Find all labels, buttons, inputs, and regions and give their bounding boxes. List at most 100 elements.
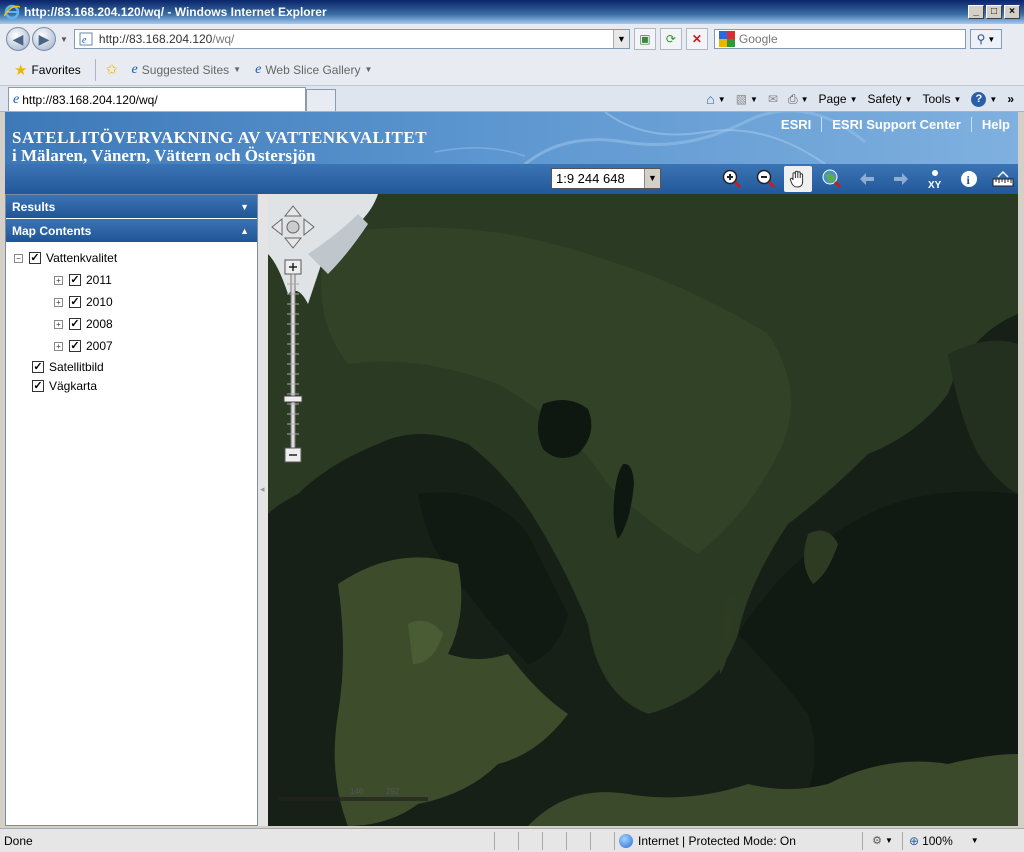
layer-label: Satellitbild — [49, 359, 104, 374]
layer-label: 2011 — [86, 273, 112, 287]
scale-bar-label-1: 146 — [350, 787, 364, 796]
measure-tool[interactable] — [989, 166, 1017, 192]
forward-button[interactable]: ▶ — [32, 27, 56, 51]
window-title: http://83.168.204.120/wq/ - Windows Inte… — [24, 5, 327, 19]
map-contents-panel-header[interactable]: Map Contents ▲ — [6, 219, 257, 243]
page-menu[interactable]: Page ▼ — [819, 92, 858, 106]
zoom-level-label: 100% — [922, 833, 953, 848]
tab-label: http://83.168.204.120/wq/ — [22, 92, 158, 107]
map-view[interactable]: 146 292 — [268, 194, 1018, 826]
status-bar: Done Internet | Protected Mode: On ⚙ ▼ ⊕ … — [0, 828, 1024, 852]
suggested-sites-label: Suggested Sites — [141, 62, 230, 77]
satellite-map-image: 146 292 — [268, 194, 1018, 826]
next-extent-tool[interactable] — [887, 166, 915, 192]
lock-settings-icon: ⚙ — [872, 835, 882, 847]
tools-menu[interactable]: Tools ▼ — [922, 92, 961, 106]
history-dropdown-icon[interactable]: ▼ — [60, 35, 68, 44]
identify-tool[interactable]: i — [955, 166, 983, 192]
layer-checkbox-2010[interactable]: ✓ — [69, 296, 81, 308]
esri-link[interactable]: ESRI — [771, 117, 823, 132]
results-panel-header[interactable]: Results ▼ — [6, 195, 257, 219]
zoom-out-tool[interactable] — [752, 166, 780, 192]
internet-globe-icon — [619, 833, 633, 848]
search-placeholder: Google — [738, 32, 778, 46]
tab-current[interactable]: e http://83.168.204.120/wq/ — [8, 87, 306, 111]
chevron-down-icon: ▼ — [240, 201, 249, 212]
ie-logo-icon — [4, 4, 20, 20]
feeds-button[interactable]: ▧ ▼ — [736, 92, 758, 106]
stop-button[interactable]: ✕ — [685, 28, 708, 50]
new-tab-button[interactable] — [306, 89, 336, 111]
layer-row-satellitbild: ✓ Satellitbild — [6, 357, 257, 376]
status-cell — [590, 831, 614, 850]
add-favorite-icon: ✩ — [105, 61, 118, 77]
expand-icon[interactable]: + — [54, 275, 63, 285]
expand-icon[interactable]: + — [54, 341, 63, 351]
compatibility-view-button[interactable]: ▣ — [633, 28, 656, 50]
compat-icon: ▣ — [639, 32, 651, 46]
back-button[interactable]: ◀ — [6, 27, 30, 51]
chevron-down-icon: ▼ — [233, 65, 242, 74]
minimize-button[interactable]: _ — [968, 5, 984, 19]
layer-checkbox-2011[interactable]: ✓ — [69, 274, 81, 286]
safety-menu[interactable]: Safety ▼ — [868, 92, 913, 106]
layer-checkbox-vattenkvalitet[interactable]: ✓ — [29, 252, 41, 264]
layer-row-2008: + ✓ 2008 — [6, 313, 257, 335]
search-button[interactable]: ⚲ ▼ — [969, 29, 1002, 49]
home-button[interactable]: ⌂ ▼ — [706, 91, 725, 107]
help-link[interactable]: Help — [972, 117, 1010, 132]
zoom-out-icon — [756, 169, 776, 189]
full-extent-tool[interactable] — [818, 166, 846, 192]
address-dropdown-icon[interactable]: ▼ — [612, 30, 629, 48]
arrow-left-icon — [860, 173, 874, 185]
back-arrow-icon: ◀ — [12, 30, 24, 47]
layer-checkbox-2007[interactable]: ✓ — [69, 340, 81, 352]
pan-tool[interactable] — [784, 166, 812, 192]
close-window-button[interactable]: × — [1004, 5, 1020, 19]
expand-icon[interactable]: + — [54, 297, 63, 307]
refresh-button[interactable]: ⟳ — [659, 28, 682, 50]
mail-icon: ✉ — [767, 92, 779, 106]
favorites-button[interactable]: ★ Favorites — [14, 61, 81, 79]
web-slice-gallery-link[interactable]: e Web Slice Gallery ▼ — [255, 62, 372, 78]
suggested-sites-link[interactable]: e Suggested Sites ▼ — [132, 62, 242, 78]
layer-checkbox-2008[interactable]: ✓ — [69, 318, 81, 330]
xy-locate-tool[interactable]: XY — [921, 166, 949, 192]
ie-page-icon: e — [13, 91, 20, 107]
search-input[interactable]: Google — [713, 29, 966, 49]
zoom-slider-thumb[interactable] — [283, 395, 303, 403]
url-host: http://83.168.204.120 — [98, 32, 213, 46]
mail-button[interactable]: ✉ — [768, 92, 778, 106]
overflow-chevron-icon[interactable]: » — [1007, 92, 1014, 106]
zoom-level-button[interactable]: ⊕ 100% ▼ — [902, 831, 979, 850]
home-icon: ⌂ — [706, 91, 715, 107]
print-button[interactable]: ⎙ ▼ — [788, 92, 809, 107]
help-menu[interactable]: ? ▼ — [971, 91, 997, 107]
page-title: SATELLITÖVERVAKNING AV VATTENKVALITET — [12, 128, 428, 147]
add-favorites-button[interactable]: ✩ — [106, 61, 118, 78]
protected-mode-button[interactable]: ⚙ ▼ — [862, 831, 902, 850]
esri-support-center-link[interactable]: ESRI Support Center — [822, 117, 972, 132]
maximize-button[interactable]: □ — [986, 5, 1002, 19]
svg-text:e: e — [82, 35, 87, 46]
map-contents-panel-title: Map Contents — [12, 223, 92, 238]
security-zone[interactable]: Internet | Protected Mode: On — [614, 831, 862, 850]
panel-splitter[interactable]: ◂ — [258, 194, 268, 826]
pan-arrows-control[interactable] — [271, 205, 315, 249]
chevron-down-icon: ▼ — [644, 169, 660, 188]
zoom-slider-track[interactable] — [290, 273, 296, 449]
status-cell — [518, 831, 542, 850]
map-toolbar: 1:9 244 648 ▼ XY i — [5, 164, 1018, 194]
favorites-star-icon: ★ — [14, 61, 28, 79]
previous-extent-tool[interactable] — [853, 166, 881, 192]
layer-checkbox-satellitbild[interactable]: ✓ — [32, 360, 44, 373]
results-panel-title: Results — [12, 199, 56, 214]
expand-icon[interactable]: + — [54, 319, 63, 329]
layer-row-vattenkvalitet: − ✓ Vattenkvalitet — [6, 247, 257, 269]
address-input[interactable]: e http://83.168.204.120/wq/ ▼ — [73, 29, 630, 49]
scale-select[interactable]: 1:9 244 648 ▼ — [551, 168, 661, 189]
collapse-icon[interactable]: − — [14, 253, 23, 263]
zoom-in-tool[interactable] — [718, 166, 746, 192]
globe-zoom-icon — [822, 169, 842, 189]
layer-checkbox-vagkarta[interactable]: ✓ — [32, 379, 44, 392]
